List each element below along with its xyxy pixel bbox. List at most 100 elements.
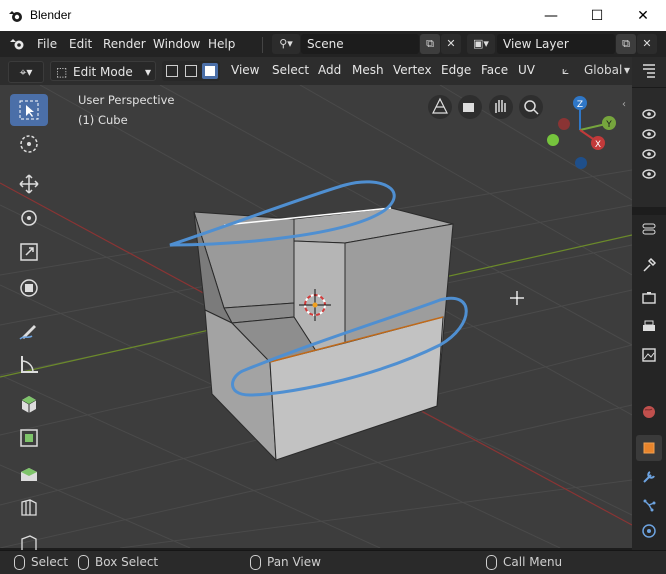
visibility-toggle-4[interactable] xyxy=(639,164,659,184)
zoom-view-button[interactable] xyxy=(519,95,543,119)
scene-copy-button[interactable]: ⧉ xyxy=(420,34,440,54)
3d-viewport[interactable]: Z Y X User Perspective (1) Cube ‹ xyxy=(0,85,632,548)
menu-vertex[interactable]: Vertex xyxy=(393,63,432,77)
gizmo-x-label: X xyxy=(595,140,601,150)
menu-render[interactable]: Render xyxy=(103,37,146,51)
vertex-select-button[interactable] xyxy=(164,63,180,79)
tool-cursor[interactable] xyxy=(10,128,48,160)
gizmo-z-label: Z xyxy=(577,100,583,110)
annotate-icon xyxy=(19,325,36,340)
editor-type-button[interactable]: ⌖▾ xyxy=(8,61,44,83)
blender-logo-icon xyxy=(9,11,22,22)
chevron-down-icon: ▾ xyxy=(624,63,631,77)
tool-add-cube[interactable] xyxy=(10,388,48,420)
scene-icon: ⚲▾ xyxy=(279,37,293,50)
transform-icon xyxy=(20,279,38,297)
visibility-toggle-3[interactable] xyxy=(639,144,659,164)
inset-icon xyxy=(21,468,37,481)
minimize-button[interactable]: — xyxy=(528,0,574,31)
scene-field[interactable]: Scene xyxy=(301,34,419,54)
visibility-toggle-2[interactable] xyxy=(639,124,659,144)
add-cube-icon xyxy=(21,396,37,413)
mode-dropdown[interactable]: ⬚ Edit Mode ▾ xyxy=(50,61,156,81)
viewport-nav-buttons xyxy=(428,95,543,119)
extrude-icon xyxy=(20,429,38,447)
menu-mesh[interactable]: Mesh xyxy=(352,63,384,77)
outliner-icon xyxy=(643,64,655,78)
viewport-header: ⌖▾ ⬚ Edit Mode ▾ View Select Add Mesh Ve… xyxy=(0,57,640,85)
status-pan-view-label: Pan View xyxy=(267,555,321,569)
menu-file[interactable]: File xyxy=(37,37,57,51)
tool-move[interactable] xyxy=(10,168,48,200)
pan-view-button[interactable] xyxy=(489,95,513,119)
view-layer-icon: ▣▾ xyxy=(473,37,489,50)
menu-bar: File Edit Render Window Help ⚲▾ Scene ⧉ … xyxy=(0,31,666,57)
close-button[interactable]: ✕ xyxy=(620,0,666,31)
menu-window[interactable]: Window xyxy=(153,37,200,51)
eye-icon xyxy=(642,149,656,159)
view-layer-remove-button[interactable]: ✕ xyxy=(637,34,657,54)
orientation-label: Global xyxy=(584,63,623,77)
close-icon: ✕ xyxy=(642,37,652,50)
menu-edit[interactable]: Edit xyxy=(69,37,92,51)
navigation-gizmo[interactable]: Z Y X xyxy=(547,96,616,169)
menu-help[interactable]: Help xyxy=(208,37,235,51)
menu-edge[interactable]: Edge xyxy=(441,63,471,77)
visibility-toggle-1[interactable] xyxy=(639,104,659,124)
tool-measure[interactable] xyxy=(10,348,48,380)
view-layer-field[interactable]: View Layer xyxy=(497,34,615,54)
tool-transform[interactable] xyxy=(10,272,48,304)
view-layer-name: View Layer xyxy=(503,37,569,51)
tab-tool[interactable] xyxy=(639,255,659,275)
tool-inset[interactable] xyxy=(10,458,48,490)
transform-orientation-dropdown[interactable]: ⟀ Global ▾ xyxy=(558,61,634,81)
face-select-button[interactable] xyxy=(202,63,218,79)
eye-icon xyxy=(642,129,656,139)
title-bar: Blender — ☐ ✕ xyxy=(0,0,666,31)
menu-uv[interactable]: UV xyxy=(518,63,535,77)
menu-select[interactable]: Select xyxy=(272,63,309,77)
maximize-button[interactable]: ☐ xyxy=(574,0,620,31)
object-icon xyxy=(643,442,655,454)
properties-editor-type[interactable] xyxy=(639,219,659,239)
view-layer-browse-button[interactable]: ▣▾ xyxy=(467,34,495,54)
mouse-right-icon xyxy=(486,555,497,570)
viewport-scene[interactable]: Z Y X xyxy=(0,85,632,548)
menu-divider xyxy=(262,37,263,53)
menu-view[interactable]: View xyxy=(231,63,259,77)
tool-select-box[interactable] xyxy=(10,94,48,126)
edit-mode-icon: ⬚ xyxy=(56,65,68,79)
tab-world[interactable] xyxy=(639,402,659,422)
tab-particles[interactable] xyxy=(639,495,659,515)
world-icon xyxy=(643,406,655,418)
cube-mesh[interactable] xyxy=(193,207,454,462)
status-box-select: Box Select xyxy=(78,555,158,570)
status-select: Select xyxy=(14,555,68,570)
mouse-drag-icon xyxy=(78,555,89,570)
blender-menu-icon[interactable] xyxy=(10,37,26,51)
orientation-icon: ⟀ xyxy=(562,63,570,77)
tool-extrude[interactable] xyxy=(10,422,48,454)
editor-type-icon: ⌖▾ xyxy=(19,65,33,79)
tool-annotate[interactable] xyxy=(10,314,48,346)
menu-add[interactable]: Add xyxy=(318,63,341,77)
view-layer-copy-button[interactable]: ⧉ xyxy=(616,34,636,54)
tab-modifiers[interactable] xyxy=(639,467,659,487)
tab-object[interactable] xyxy=(636,435,662,461)
tab-physics[interactable] xyxy=(639,521,659,541)
tool-scale[interactable] xyxy=(10,236,48,268)
menu-face[interactable]: Face xyxy=(481,63,508,77)
tool-bevel[interactable] xyxy=(10,492,48,524)
status-call-menu: Call Menu xyxy=(486,555,562,570)
tab-render[interactable] xyxy=(639,288,659,308)
tab-view-layer[interactable] xyxy=(639,345,659,365)
mouse-left-icon xyxy=(14,555,25,570)
edge-select-button[interactable] xyxy=(183,63,199,79)
cursor-icon xyxy=(20,135,38,153)
tool-rotate[interactable] xyxy=(10,202,48,234)
outliner-editor-type[interactable] xyxy=(639,61,659,81)
scene-remove-button[interactable]: ✕ xyxy=(441,34,461,54)
tab-output[interactable] xyxy=(639,317,659,337)
scene-browse-button[interactable]: ⚲▾ xyxy=(272,34,300,54)
collapse-sidebar-icon[interactable]: ‹ xyxy=(622,99,626,110)
